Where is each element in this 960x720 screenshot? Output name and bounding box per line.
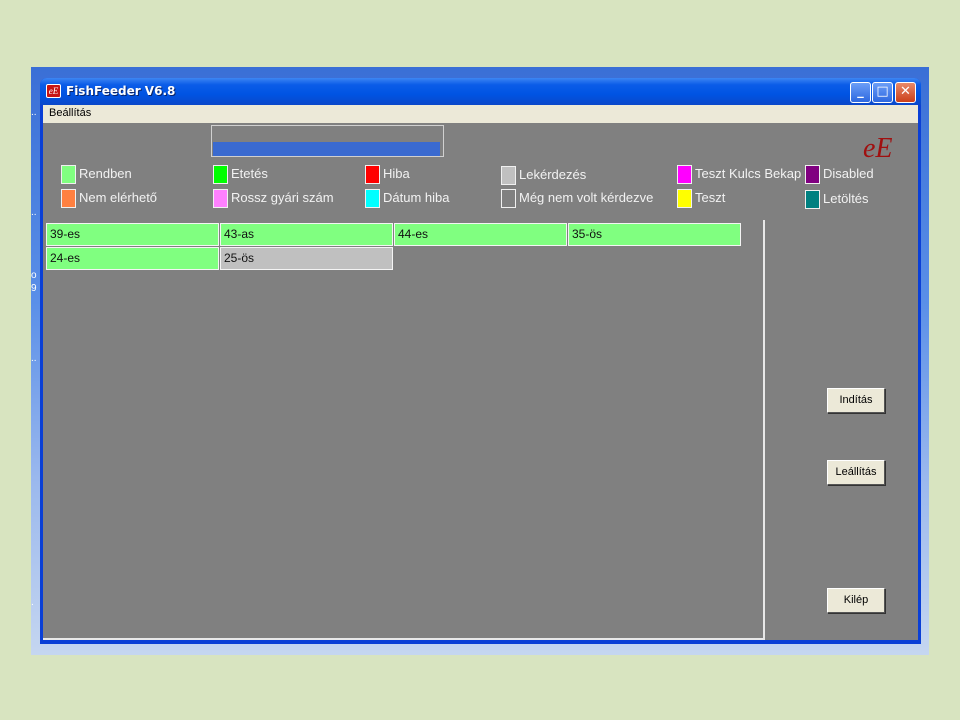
start-button[interactable]: Indítás <box>827 388 885 413</box>
menu-bar: Beállítás <box>43 105 918 123</box>
legend-swatch <box>805 165 820 184</box>
app-window: eE FishFeeder V6.8 _ □ ✕ Beállítás eE Re… <box>40 78 921 644</box>
progress-fill <box>213 142 440 156</box>
client-area: eE Rendben Etetés Hiba Lekérdezés Teszt … <box>43 123 918 640</box>
desktop-text: . <box>31 597 34 608</box>
minimize-button[interactable]: _ <box>850 82 871 103</box>
stop-button[interactable]: Leállítás <box>827 460 885 485</box>
progress-bar <box>211 125 444 157</box>
desktop-text: .. <box>31 107 37 118</box>
legend-swatch <box>501 189 516 208</box>
legend-swatch <box>365 165 380 184</box>
title-bar[interactable]: eE FishFeeder V6.8 _ □ ✕ <box>40 78 921 105</box>
menu-settings[interactable]: Beállítás <box>49 107 91 119</box>
exit-button[interactable]: Kilép <box>827 588 885 613</box>
desktop-text: .. <box>31 353 37 364</box>
desktop-text: o <box>31 270 37 281</box>
legend-label: Rossz gyári szám <box>231 190 334 205</box>
app-icon: eE <box>46 84 61 98</box>
legend-label: Disabled <box>823 166 874 181</box>
legend-swatch <box>213 189 228 208</box>
legend-swatch <box>677 165 692 184</box>
desktop-text: 9 <box>31 283 37 294</box>
close-button[interactable]: ✕ <box>895 82 916 103</box>
legend-label: Rendben <box>79 166 132 181</box>
legend-swatch <box>677 189 692 208</box>
legend-label: Letöltés <box>823 191 869 206</box>
feeder-cell[interactable]: 25-ös <box>220 247 393 270</box>
legend-label: Még nem volt kérdezve <box>519 190 654 205</box>
feeder-cell[interactable]: 24-es <box>46 247 219 270</box>
feeder-cell[interactable]: 44-es <box>394 223 567 246</box>
legend-label: Lekérdezés <box>519 167 587 182</box>
desktop-text: .. <box>31 207 37 218</box>
legend-swatch <box>61 189 76 208</box>
legend-swatch <box>61 165 76 184</box>
legend-swatch <box>365 189 380 208</box>
maximize-button[interactable]: □ <box>872 82 893 103</box>
feeder-cell[interactable]: 35-ös <box>568 223 741 246</box>
window-title: FishFeeder V6.8 <box>66 84 176 98</box>
feeder-cell[interactable]: 39-es <box>46 223 219 246</box>
legend-label: Etetés <box>231 166 268 181</box>
feeder-grid: 39-es 43-as 44-es 35-ös 24-es 25-ös <box>43 220 765 640</box>
legend-label: Teszt <box>695 190 726 205</box>
legend-label: Hiba <box>383 166 410 181</box>
brand-logo: eE <box>863 133 893 164</box>
legend-swatch <box>805 190 820 209</box>
legend-swatch <box>501 166 516 185</box>
legend-label: Teszt Kulcs Bekap <box>695 166 802 181</box>
legend-label: Nem elérhető <box>79 190 158 205</box>
legend-swatch <box>213 165 228 184</box>
legend-label: Dátum hiba <box>383 190 450 205</box>
feeder-cell[interactable]: 43-as <box>220 223 393 246</box>
